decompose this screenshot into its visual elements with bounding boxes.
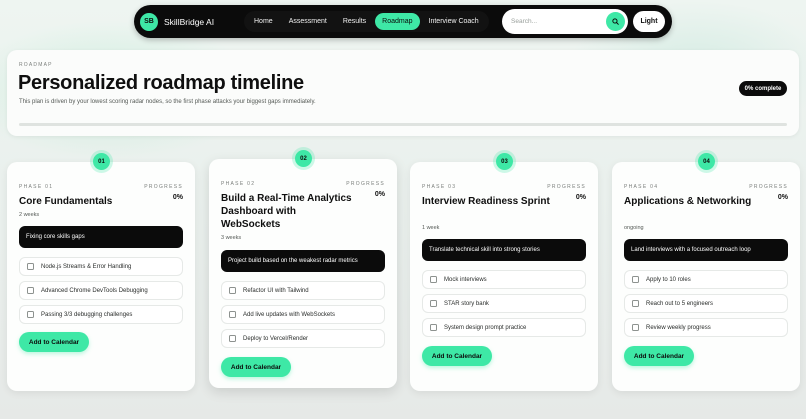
phase-progress-label: PROGRESS xyxy=(547,184,586,190)
task-item[interactable]: Reach out to 5 engineers xyxy=(624,294,788,313)
task-checkbox[interactable] xyxy=(430,276,437,283)
nav-link-assessment[interactable]: Assessment xyxy=(282,13,334,30)
theme-toggle-button[interactable]: Light xyxy=(633,11,665,32)
phase-focus-banner: Project build based on the weakest radar… xyxy=(221,250,385,272)
add-to-calendar-button[interactable]: Add to Calendar xyxy=(624,346,694,366)
task-label: Add live updates with WebSockets xyxy=(243,311,335,318)
phase-focus-banner: Translate technical skill into strong st… xyxy=(422,239,586,261)
task-label: Reach out to 5 engineers xyxy=(646,300,714,307)
eyebrow-label: ROADMAP xyxy=(19,62,53,68)
phase-progress-percent: 0% xyxy=(374,191,385,198)
nav-link-results[interactable]: Results xyxy=(336,13,373,30)
task-checkbox[interactable] xyxy=(27,287,34,294)
task-label: Apply to 10 roles xyxy=(646,276,691,283)
search-button[interactable] xyxy=(606,12,625,31)
task-item[interactable]: STAR story bank xyxy=(422,294,586,313)
phase-progress-percent: 0% xyxy=(575,194,586,201)
task-label: System design prompt practice xyxy=(444,324,527,331)
phase-duration: ongoing xyxy=(624,225,644,231)
overall-progress-bar xyxy=(19,123,787,126)
brand-name: SkillBridge AI xyxy=(164,16,215,27)
phase-title: Build a Real-Time Analytics Dashboard wi… xyxy=(221,193,352,230)
phase-title: Interview Readiness Sprint xyxy=(422,196,550,207)
task-checkbox[interactable] xyxy=(632,324,639,331)
phase-title: Core Fundamentals xyxy=(19,196,113,207)
task-checkbox[interactable] xyxy=(430,324,437,331)
task-label: Review weekly progress xyxy=(646,324,711,331)
phase-label: PHASE 04 xyxy=(624,184,659,190)
phase-card-3: 03 PHASE 03 PROGRESS 0% Interview Readin… xyxy=(410,153,598,391)
phase-title: Applications & Networking xyxy=(624,196,752,207)
task-checkbox[interactable] xyxy=(27,263,34,270)
add-to-calendar-button[interactable]: Add to Calendar xyxy=(422,346,492,366)
task-checkbox[interactable] xyxy=(229,335,236,342)
phase-duration: 1 week xyxy=(422,225,440,231)
phase-label: PHASE 03 xyxy=(422,184,457,190)
navbar: SB SkillBridge AI Home Assessment Result… xyxy=(134,5,672,38)
task-item[interactable]: Review weekly progress xyxy=(624,318,788,337)
roadmap-header-card: ROADMAP Personalized roadmap timeline Th… xyxy=(7,50,799,136)
search-input[interactable] xyxy=(511,18,606,25)
task-item[interactable]: System design prompt practice xyxy=(422,318,586,337)
task-checkbox[interactable] xyxy=(430,300,437,307)
brand[interactable]: SB SkillBridge AI xyxy=(140,12,240,31)
task-label: Node.js Streams & Error Handling xyxy=(41,263,132,270)
phase-duration: 3 weeks xyxy=(221,235,242,241)
task-item[interactable]: Advanced Chrome DevTools Debugging xyxy=(19,281,183,300)
task-label: Advanced Chrome DevTools Debugging xyxy=(41,287,148,294)
phase-label: PHASE 02 xyxy=(221,181,256,187)
task-label: Deploy to Vercel/Render xyxy=(243,335,309,342)
task-item[interactable]: Apply to 10 roles xyxy=(624,270,788,289)
phase-focus-banner: Land interviews with a focused outreach … xyxy=(624,239,788,261)
phase-number-badge: 02 xyxy=(295,150,312,167)
phase-progress-percent: 0% xyxy=(777,194,788,201)
nav-link-home[interactable]: Home xyxy=(247,13,280,30)
page-subtitle: This plan is driven by your lowest scori… xyxy=(19,99,316,105)
task-checkbox[interactable] xyxy=(229,287,236,294)
task-item[interactable]: Refactor UI with Tailwind xyxy=(221,281,385,300)
phase-card-1: 01 PHASE 01 PROGRESS 0% Core Fundamental… xyxy=(7,153,195,391)
phase-number-badge: 03 xyxy=(496,153,513,170)
brand-logo: SB xyxy=(140,12,158,31)
search-icon xyxy=(612,18,619,25)
task-checkbox[interactable] xyxy=(27,311,34,318)
task-label: Refactor UI with Tailwind xyxy=(243,287,309,294)
phase-duration: 2 weeks xyxy=(19,212,40,218)
phase-progress-label: PROGRESS xyxy=(346,181,385,187)
phase-number-badge: 01 xyxy=(93,153,110,170)
phase-label: PHASE 01 xyxy=(19,184,54,190)
phase-focus-banner: Fixing core skills gaps xyxy=(19,226,183,248)
task-label: STAR story bank xyxy=(444,300,489,307)
add-to-calendar-button[interactable]: Add to Calendar xyxy=(221,357,291,377)
phase-progress-label: PROGRESS xyxy=(749,184,788,190)
add-to-calendar-button[interactable]: Add to Calendar xyxy=(19,332,89,352)
task-checkbox[interactable] xyxy=(229,311,236,318)
task-item[interactable]: Mock interviews xyxy=(422,270,586,289)
page-title: Personalized roadmap timeline xyxy=(18,72,304,94)
task-checkbox[interactable] xyxy=(632,276,639,283)
nav-links: Home Assessment Results Roadmap Intervie… xyxy=(244,11,489,32)
task-item[interactable]: Deploy to Vercel/Render xyxy=(221,329,385,348)
task-item[interactable]: Node.js Streams & Error Handling xyxy=(19,257,183,276)
phase-number-badge: 04 xyxy=(698,153,715,170)
task-label: Mock interviews xyxy=(444,276,487,283)
phase-card-4: 04 PHASE 04 PROGRESS 0% Applications & N… xyxy=(612,153,800,391)
nav-link-roadmap[interactable]: Roadmap xyxy=(375,13,420,30)
task-label: Passing 3/3 debugging challenges xyxy=(41,311,133,318)
task-checkbox[interactable] xyxy=(632,300,639,307)
task-item[interactable]: Add live updates with WebSockets xyxy=(221,305,385,324)
search-box xyxy=(502,9,628,34)
phase-card-2: 02 PHASE 02 PROGRESS 0% Build a Real-Tim… xyxy=(209,150,397,388)
task-item[interactable]: Passing 3/3 debugging challenges xyxy=(19,305,183,324)
nav-link-interview-coach[interactable]: Interview Coach xyxy=(422,13,486,30)
completion-badge: 0% complete xyxy=(739,81,787,96)
phase-progress-percent: 0% xyxy=(172,194,183,201)
phase-progress-label: PROGRESS xyxy=(144,184,183,190)
